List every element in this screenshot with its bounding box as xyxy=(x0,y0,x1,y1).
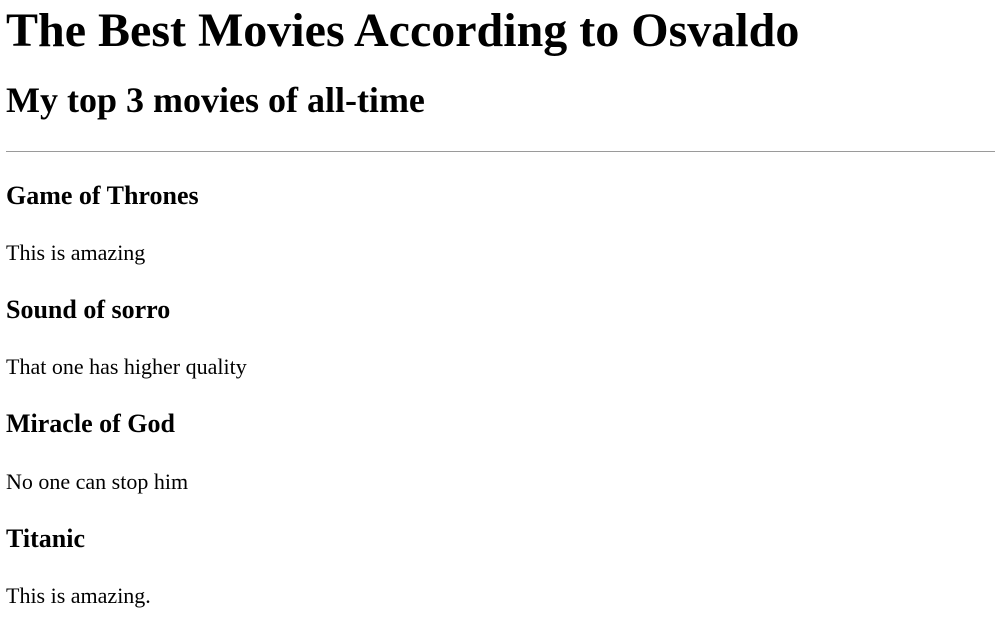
page-subtitle: My top 3 movies of all-time xyxy=(6,80,425,120)
movie-description: This is amazing xyxy=(6,240,146,265)
movie-title: Sound of sorro xyxy=(6,295,171,324)
movie-description: This is amazing. xyxy=(6,583,151,608)
movie-title: Miracle of God xyxy=(6,409,175,438)
movie-item: Titanic This is amazing. xyxy=(6,524,995,610)
movie-item: Miracle of God No one can stop him xyxy=(6,409,995,496)
movie-item: Sound of sorro That one has higher quali… xyxy=(6,295,995,381)
movie-description: That one has higher quality xyxy=(6,354,247,379)
movie-title: Game of Thrones xyxy=(6,181,199,210)
divider xyxy=(6,151,995,152)
page-title: The Best Movies According to Osvaldo xyxy=(6,4,800,57)
movie-description: No one can stop him xyxy=(6,469,189,494)
page: The Best Movies According to Osvaldo My … xyxy=(0,0,1000,640)
movie-title: Titanic xyxy=(6,524,85,553)
movie-item: Game of Thrones This is amazing xyxy=(6,181,995,267)
